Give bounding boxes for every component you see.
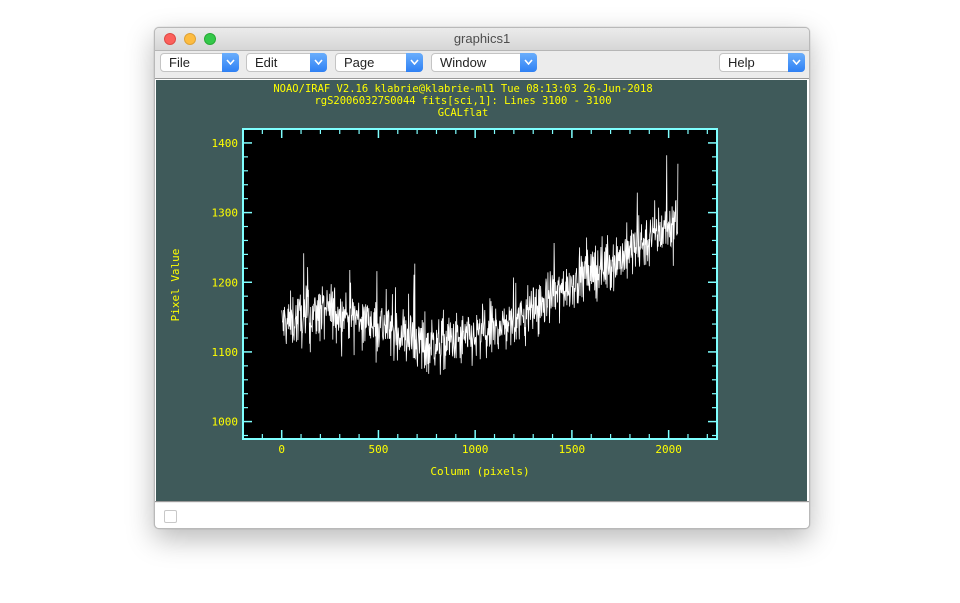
chevron-down-icon (406, 53, 423, 72)
x-tick-label: 1500 (559, 443, 586, 456)
chevron-down-icon (788, 53, 805, 72)
page-menu-label: Page (344, 55, 375, 70)
plot-header-line-3: GCALflat (438, 107, 489, 119)
y-tick-label: 1000 (212, 416, 239, 429)
chevron-down-icon (520, 53, 537, 72)
window-menu-label: Window (440, 55, 487, 70)
graphics-window: graphics1 File Edit Page Window Help NOA… (154, 27, 810, 529)
edit-menu[interactable]: Edit (246, 53, 327, 72)
x-tick-label: 0 (278, 443, 285, 456)
plot-area (242, 128, 718, 440)
y-axis-label: Pixel Value (169, 249, 182, 322)
status-bar (155, 503, 809, 528)
window-menu[interactable]: Window (431, 53, 537, 72)
plot-header-line-2: rgS20060327S0044 fits[sci,1]: Lines 3100… (314, 95, 611, 107)
x-tick-label: 1000 (462, 443, 489, 456)
help-menu[interactable]: Help (719, 53, 805, 72)
y-tick-label: 1400 (212, 137, 239, 150)
y-tick-label: 1200 (212, 276, 239, 289)
chevron-down-icon (222, 53, 239, 72)
edit-menu-label: Edit (255, 55, 278, 70)
status-checkbox[interactable] (164, 510, 177, 523)
iraf-plot: NOAO/IRAF V2.16 klabrie@klabrie-ml1 Tue … (156, 80, 807, 501)
title-bar[interactable]: graphics1 (155, 28, 809, 51)
y-tick-label: 1300 (212, 207, 239, 220)
window-title: graphics1 (453, 31, 511, 46)
page-menu[interactable]: Page (335, 53, 423, 72)
x-axis-label: Column (pixels) (430, 465, 529, 478)
help-menu-label: Help (728, 55, 755, 70)
file-menu[interactable]: File (160, 53, 239, 72)
file-menu-label: File (169, 55, 190, 70)
y-tick-label: 1100 (212, 346, 239, 359)
chevron-down-icon (310, 53, 327, 72)
graphics-canvas[interactable]: NOAO/IRAF V2.16 klabrie@klabrie-ml1 Tue … (155, 78, 809, 502)
x-tick-label: 500 (368, 443, 388, 456)
plot-header-line-1: NOAO/IRAF V2.16 klabrie@klabrie-ml1 Tue … (273, 83, 652, 95)
x-tick-label: 2000 (655, 443, 682, 456)
